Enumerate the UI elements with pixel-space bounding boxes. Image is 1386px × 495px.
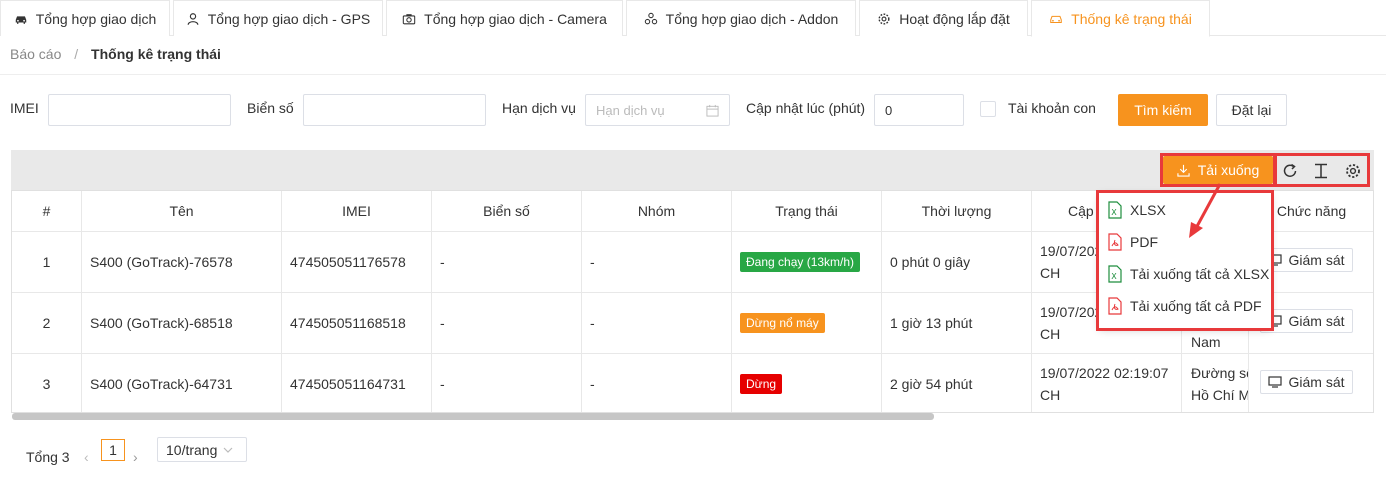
tab-label: Tổng hợp giao dịch - Addon (665, 10, 839, 27)
tab-label: Thống kê trạng thái (1071, 10, 1192, 27)
table-row-index: 3 (12, 354, 82, 412)
tab-status-statistics[interactable]: Thống kê trạng thái (1031, 0, 1210, 37)
updated-line2: CH (1040, 326, 1061, 342)
updated-line2: CH (1040, 386, 1061, 403)
status-badge: Dừng nổ máy (740, 313, 825, 333)
tab-transaction-summary[interactable]: Tổng hợp giao dịch (0, 0, 170, 36)
monitor-label: Giám sát (1288, 252, 1345, 268)
user-icon (187, 12, 199, 25)
table-row-name: S400 (GoTrack)-76578 (82, 232, 282, 293)
monitor-icon (1268, 376, 1283, 388)
horizontal-scrollbar[interactable] (12, 413, 934, 420)
camera-icon (402, 13, 416, 24)
table-row-imei: 474505051168518 (282, 293, 432, 354)
toolbar-icons-highlight (1274, 153, 1370, 187)
address-line2: Hồ Chí M (1191, 386, 1249, 403)
table-row-group: - (582, 293, 732, 354)
tab-transaction-gps[interactable]: Tổng hợp giao dịch - GPS (173, 0, 383, 36)
table-row-plate: - (432, 232, 582, 293)
tab-label: Tổng hợp giao dịch - GPS (207, 10, 371, 27)
service-label: Hạn dịch vụ (502, 100, 576, 116)
divider (0, 74, 1386, 75)
search-button[interactable]: Tìm kiếm (1118, 94, 1208, 126)
table-row-index: 2 (12, 293, 82, 354)
updated-line1: 19/07/202 (1040, 304, 1103, 320)
table-row-imei: 474505051164731 (282, 354, 432, 412)
table-row-name: S400 (GoTrack)-68518 (82, 293, 282, 354)
table-row-plate: - (432, 293, 582, 354)
table-row-name: S400 (GoTrack)-64731 (82, 354, 282, 412)
breadcrumb: Báo cáo / Thống kê trạng thái (10, 46, 221, 62)
total-count: Tổng 3 (26, 449, 70, 465)
updated-line2: CH (1040, 265, 1061, 281)
service-placeholder: Hạn dịch vụ (596, 102, 665, 118)
table-row-index: 1 (12, 232, 82, 293)
prev-page-icon[interactable]: ‹ (84, 449, 89, 465)
tab-installation-activity[interactable]: Hoạt động lắp đặt (859, 0, 1028, 36)
report-tabs: Tổng hợp giao dịch Tổng hợp giao dịch - … (0, 0, 1386, 37)
table-row-updated: 19/07/2022 02:19:07 CH (1032, 354, 1182, 412)
page-size-value: 10/trang (166, 441, 218, 458)
table-row-duration: 1 giờ 13 phút (882, 293, 1032, 354)
monitor-label: Giám sát (1288, 313, 1345, 329)
col-header-group: Nhóm (582, 191, 732, 232)
car-icon (1050, 15, 1062, 23)
imei-input[interactable] (48, 94, 231, 126)
plate-input[interactable] (303, 94, 486, 126)
table-row-status-cell: Đang chạy (13km/h) (732, 232, 882, 293)
next-page-icon[interactable]: › (133, 449, 138, 465)
col-header-status: Trạng thái (732, 191, 882, 232)
table-row-address: Đường số Hồ Chí M (1182, 354, 1249, 412)
update-minutes-input[interactable]: 0 (874, 94, 964, 126)
gear-icon (878, 12, 890, 25)
service-date-picker[interactable]: Hạn dịch vụ (585, 94, 730, 126)
tab-label: Tổng hợp giao dịch - Camera (424, 10, 607, 27)
page-1-button[interactable]: 1 (101, 439, 125, 461)
col-header-index: # (12, 191, 82, 232)
table-row-status-cell: Dừng (732, 354, 882, 412)
imei-label: IMEI (10, 100, 39, 116)
status-badge: Dừng (740, 373, 783, 394)
col-header-plate: Biển số (432, 191, 582, 232)
table-row-group: - (582, 354, 732, 412)
reset-button[interactable]: Đặt lại (1216, 94, 1287, 126)
table-row-plate: - (432, 354, 582, 412)
status-badge: Đang chạy (13km/h) (740, 252, 861, 272)
tab-transaction-addon[interactable]: Tổng hợp giao dịch - Addon (626, 0, 856, 36)
update-value: 0 (885, 102, 893, 118)
update-label: Cập nhật lúc (phút) (746, 100, 866, 116)
table-row-status-cell: Dừng nổ máy (732, 293, 882, 354)
table-row-duration: 0 phút 0 giây (882, 232, 1032, 293)
car-icon (15, 15, 26, 24)
updated-line1: 19/07/2022 02:19:07 (1040, 364, 1169, 381)
col-header-duration: Thời lượng (882, 191, 1032, 232)
monitor-label: Giám sát (1288, 374, 1345, 390)
updated-line1: 19/07/202 (1040, 243, 1103, 259)
table-row-duration: 2 giờ 54 phút (882, 354, 1032, 412)
addon-icon (644, 12, 657, 24)
chevron-down-icon (223, 447, 233, 453)
breadcrumb-current: Thống kê trạng thái (91, 46, 221, 62)
plate-label: Biển số (247, 100, 294, 116)
tab-transaction-camera[interactable]: Tổng hợp giao dịch - Camera (386, 0, 623, 36)
page-size-select[interactable]: 10/trang (157, 437, 247, 462)
monitor-button[interactable]: Giám sát (1260, 370, 1353, 394)
col-header-imei: IMEI (282, 191, 432, 232)
subaccount-checkbox[interactable] (980, 101, 996, 117)
breadcrumb-parent[interactable]: Báo cáo (10, 46, 61, 62)
breadcrumb-separator: / (74, 46, 79, 62)
annotation-arrow (1189, 183, 1222, 238)
subaccount-label: Tài khoản con (1008, 100, 1096, 116)
address-line1: Đường số (1191, 364, 1249, 381)
table-row-imei: 474505051176578 (282, 232, 432, 293)
tab-label: Tổng hợp giao dịch (35, 10, 157, 27)
table-row-group: - (582, 232, 732, 293)
tab-label: Hoạt động lắp đặt (899, 10, 1010, 27)
col-header-name: Tên (82, 191, 282, 232)
calendar-icon (706, 104, 719, 117)
